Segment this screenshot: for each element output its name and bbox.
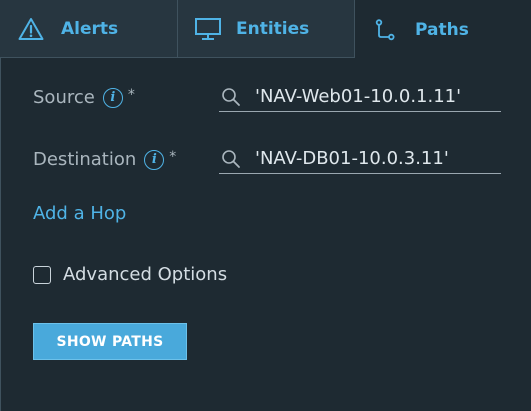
source-field[interactable] [219, 82, 501, 112]
destination-label: Destination [33, 149, 137, 170]
warning-triangle-icon [18, 17, 44, 41]
source-label: Source [33, 87, 95, 108]
panel-border [0, 58, 1, 411]
destination-label-row: Destination i * [33, 148, 177, 171]
advanced-options-checkbox[interactable] [33, 265, 51, 284]
tab-entities[interactable]: Entities [178, 0, 355, 58]
show-paths-button[interactable]: SHOW PATHS [33, 323, 187, 360]
tab-entities-label: Entities [236, 19, 310, 39]
tab-alerts-label: Alerts [61, 19, 119, 39]
monitor-icon [194, 17, 222, 41]
search-icon [221, 149, 241, 169]
source-label-row: Source i * [33, 86, 135, 109]
tab-alerts[interactable]: Alerts [0, 0, 178, 58]
tab-bar: Alerts Entities Paths [0, 0, 531, 59]
advanced-options-row: Advanced Options [33, 264, 227, 285]
search-icon [221, 87, 241, 107]
destination-field[interactable] [219, 144, 501, 174]
tab-paths[interactable]: Paths [355, 0, 531, 59]
destination-info-icon[interactable]: i [144, 149, 165, 170]
path-icon [375, 18, 395, 41]
destination-input[interactable] [255, 148, 485, 169]
source-input[interactable] [255, 86, 485, 107]
advanced-options-label[interactable]: Advanced Options [63, 264, 227, 285]
add-hop-link[interactable]: Add a Hop [33, 203, 126, 224]
destination-required-mark: * [169, 148, 177, 165]
source-required-mark: * [127, 86, 135, 103]
source-info-icon[interactable]: i [102, 87, 123, 108]
tab-paths-label: Paths [415, 19, 469, 40]
